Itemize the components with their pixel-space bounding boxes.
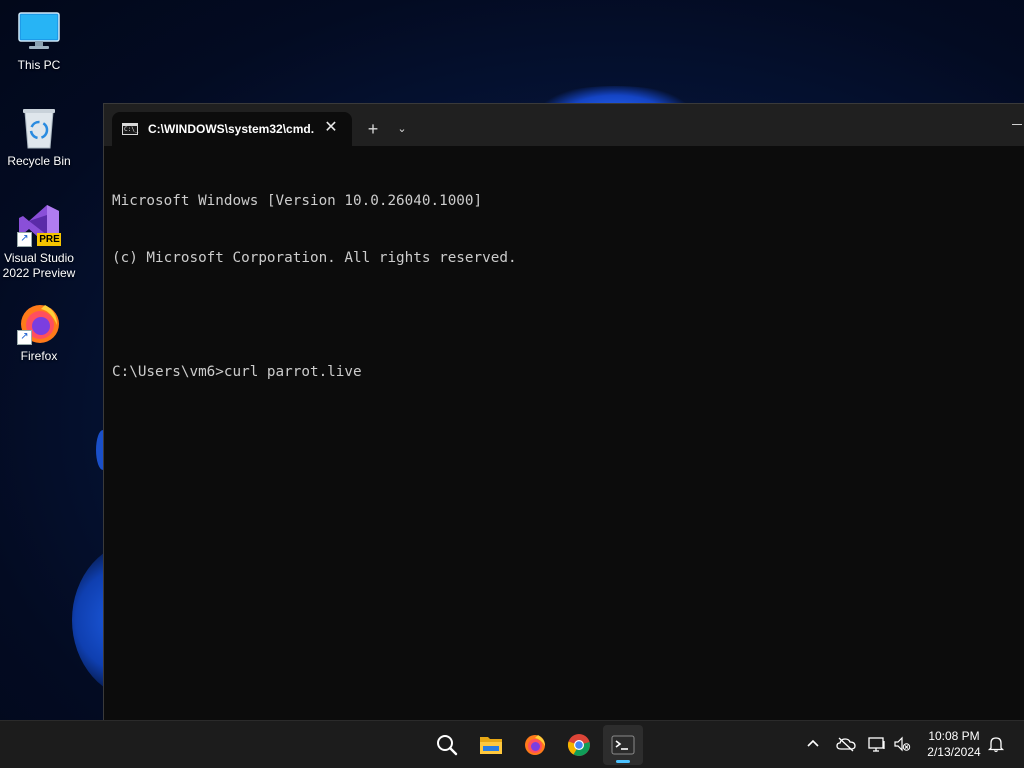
monitor-icon xyxy=(17,10,61,54)
taskbar: 10:08 PM 2/13/2024 xyxy=(0,720,1024,768)
firefox-icon[interactable] xyxy=(515,725,555,765)
notification-bell-icon[interactable] xyxy=(985,733,1007,755)
cmd-icon: C:\_ xyxy=(122,123,138,135)
minimize-button[interactable] xyxy=(1010,114,1024,134)
desktop-icon-label: This PC xyxy=(17,58,61,72)
console-line: Microsoft Windows [Version 10.0.26040.10… xyxy=(112,193,483,209)
terminal-tab[interactable]: C:\_ C:\WINDOWS\system32\cmd. ✕ xyxy=(112,112,352,146)
volume-muted-icon[interactable] xyxy=(891,733,913,755)
chrome-icon[interactable] xyxy=(559,725,599,765)
chevron-up-icon[interactable] xyxy=(802,733,824,755)
onedrive-offline-icon[interactable] xyxy=(834,733,856,755)
firefox-icon: ↗ xyxy=(17,301,61,345)
terminal-titlebar[interactable]: C:\_ C:\WINDOWS\system32\cmd. ✕ + ⌄ xyxy=(104,104,1024,146)
desktop-icon-label: Firefox xyxy=(20,349,58,363)
desktop-icon-label: 2022 Preview xyxy=(2,266,76,280)
terminal-icon[interactable] xyxy=(603,725,643,765)
search-icon[interactable] xyxy=(427,725,467,765)
shortcut-arrow-icon: ↗ xyxy=(17,330,32,345)
clock-time: 10:08 PM xyxy=(928,729,980,743)
taskbar-clock[interactable]: 10:08 PM 2/13/2024 xyxy=(918,728,990,760)
new-tab-button[interactable]: + xyxy=(362,118,384,140)
desktop-icon-label: Visual Studio xyxy=(4,251,74,265)
desktop-icon-firefox[interactable]: ↗ Firefox xyxy=(2,301,76,364)
desktop-icon-visual-studio[interactable]: PRE ↗ Visual Studio 2022 Preview xyxy=(2,203,76,281)
chevron-down-icon[interactable]: ⌄ xyxy=(392,118,412,140)
clock-date: 2/13/2024 xyxy=(927,745,981,759)
recycle-bin-icon xyxy=(17,106,61,150)
desktop-icon-label: Recycle Bin xyxy=(7,154,71,168)
console-prompt-line: C:\Users\vm6>curl parrot.live xyxy=(112,364,362,380)
pre-badge: PRE xyxy=(39,234,60,245)
desktop-icon-this-pc[interactable]: This PC xyxy=(2,10,76,73)
console-output[interactable]: Microsoft Windows [Version 10.0.26040.10… xyxy=(112,154,1016,712)
shortcut-arrow-icon: ↗ xyxy=(17,232,32,247)
close-tab-icon[interactable]: ✕ xyxy=(322,119,340,137)
file-explorer-icon[interactable] xyxy=(471,725,511,765)
desktop-icon-recycle-bin[interactable]: Recycle Bin xyxy=(2,106,76,169)
console-line: (c) Microsoft Corporation. All rights re… xyxy=(112,250,517,266)
tab-title: C:\WINDOWS\system32\cmd. xyxy=(148,122,315,136)
network-icon[interactable] xyxy=(865,733,887,755)
visual-studio-icon: PRE ↗ xyxy=(17,203,61,247)
terminal-window[interactable]: C:\_ C:\WINDOWS\system32\cmd. ✕ + ⌄ Micr… xyxy=(103,103,1024,720)
